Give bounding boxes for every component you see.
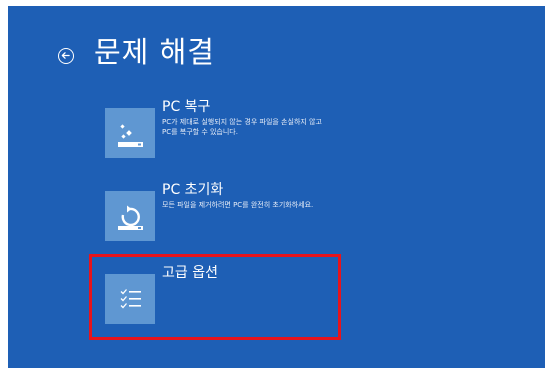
option-title: PC 복구 [162,99,211,115]
option-description: PC가 제대로 실행되지 않는 경우 파일을 손실하지 않고 PC를 복구할 수… [162,118,322,136]
option-title: PC 초기화 [162,182,224,198]
refresh-tray-icon [118,205,143,230]
back-arrow-icon [61,52,70,59]
troubleshoot-panel: 문제 해결 PC 복구 PC가 제대로 실행되지 않는 경우 파일을 손실하지 … [8,6,545,368]
option-title: 고급 옵션 [162,265,218,281]
back-button[interactable] [58,48,74,64]
recovery-tile [105,108,155,158]
screen: 문제 해결 PC 복구 PC가 제대로 실행되지 않는 경우 파일을 손실하지 … [0,0,553,372]
option-description: 모든 파일을 제거하려면 PC를 완전히 초기화하세요. [162,201,314,209]
option-pc-recovery[interactable]: PC 복구 PC가 제대로 실행되지 않는 경우 파일을 손실하지 않고 PC를… [105,98,345,158]
checklist-icon [120,289,141,309]
sparkle-tray-icon [118,124,143,147]
option-pc-reset[interactable]: PC 초기화 모든 파일을 제거하려면 PC를 완전히 초기화하세요. [105,181,345,241]
reset-tile [105,191,155,241]
advanced-tile [105,274,155,324]
option-advanced-options[interactable]: 고급 옵션 [105,264,345,324]
page-title: 문제 해결 [94,35,215,69]
